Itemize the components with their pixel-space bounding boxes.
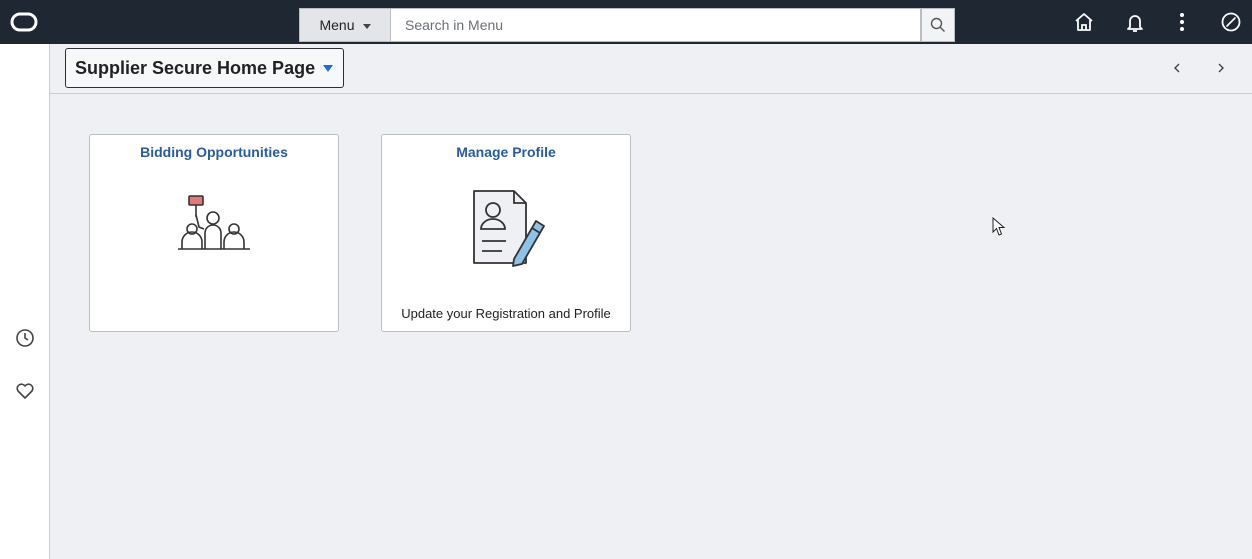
recents-clock-icon[interactable] — [14, 327, 36, 349]
page-header: Supplier Secure Home Page — [50, 44, 1252, 94]
navbar-button[interactable] — [1219, 10, 1243, 34]
tile-title: Bidding Opportunities — [140, 144, 288, 160]
left-rail — [0, 44, 50, 559]
notifications-button[interactable] — [1123, 10, 1147, 34]
more-vertical-icon — [1180, 13, 1184, 31]
tile-title: Manage Profile — [456, 144, 556, 160]
homepage-selector[interactable]: Supplier Secure Home Page — [65, 48, 345, 88]
caret-down-icon — [323, 64, 334, 72]
bell-icon — [1127, 15, 1143, 32]
chevron-right-icon — [1218, 63, 1224, 73]
mouse-cursor-icon — [992, 217, 1006, 236]
home-button[interactable] — [1072, 10, 1096, 34]
search-icon — [930, 17, 945, 32]
bidding-auction-icon — [178, 195, 250, 250]
chevron-left-icon — [1174, 63, 1180, 73]
tile-bidding-opportunities[interactable]: Bidding Opportunities — [89, 134, 339, 332]
actions-menu-button[interactable] — [1170, 10, 1194, 34]
next-page-button[interactable] — [1211, 58, 1231, 78]
logo-icon[interactable] — [10, 12, 38, 32]
previous-page-button[interactable] — [1167, 58, 1187, 78]
page-title: Supplier Secure Home Page — [75, 57, 316, 78]
menu-label: Menu — [319, 17, 355, 33]
tile-subtitle: Update your Registration and Profile — [401, 306, 611, 321]
search-input[interactable] — [391, 8, 921, 42]
navbar-compass-icon — [1221, 12, 1241, 32]
home-icon — [1075, 13, 1093, 31]
top-bar: Menu — [0, 0, 1252, 44]
favorites-heart-icon[interactable] — [14, 380, 36, 402]
menu-button[interactable]: Menu — [299, 8, 391, 42]
tile-manage-profile[interactable]: Manage Profile Update your Registration … — [381, 134, 631, 332]
profile-document-pencil-icon — [473, 190, 545, 267]
search-button[interactable] — [921, 8, 955, 42]
chevron-down-icon — [362, 23, 371, 29]
